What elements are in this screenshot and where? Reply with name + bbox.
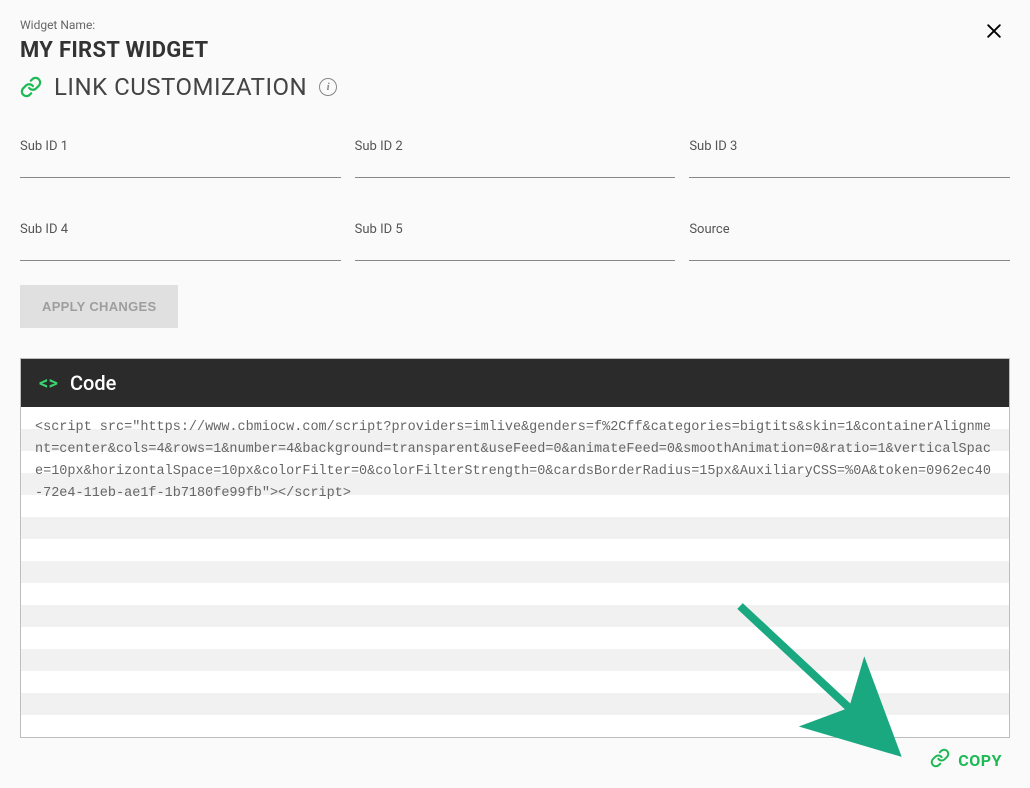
sub-id-3-label: Sub ID 3 [689, 139, 1010, 154]
section-title: LINK CUSTOMIZATION [54, 73, 307, 101]
code-icon: < > [39, 373, 56, 394]
sub-id-2-label: Sub ID 2 [355, 139, 676, 154]
sub-id-3-field[interactable]: Sub ID 3 [689, 139, 1010, 178]
copy-button[interactable]: COPY [20, 738, 1010, 772]
close-button[interactable] [978, 18, 1010, 48]
code-panel-header: < > Code [21, 359, 1009, 407]
sub-id-1-field[interactable]: Sub ID 1 [20, 139, 341, 178]
sub-id-4-field[interactable]: Sub ID 4 [20, 222, 341, 261]
copy-label: COPY [958, 751, 1002, 770]
link-icon [930, 748, 950, 772]
sub-id-5-field[interactable]: Sub ID 5 [355, 222, 676, 261]
sub-id-2-field[interactable]: Sub ID 2 [355, 139, 676, 178]
sub-id-5-label: Sub ID 5 [355, 222, 676, 237]
apply-changes-button[interactable]: APPLY CHANGES [20, 285, 178, 328]
info-icon[interactable]: i [319, 78, 337, 96]
widget-name-label: Widget Name: [20, 18, 337, 32]
code-content[interactable]: <script src="https://www.cbmiocw.com/scr… [21, 407, 1009, 737]
sub-id-1-label: Sub ID 1 [20, 139, 341, 154]
sub-id-4-label: Sub ID 4 [20, 222, 341, 237]
code-panel: < > Code <script src="https://www.cbmioc… [20, 358, 1010, 738]
code-panel-title: Code [70, 371, 116, 395]
link-icon [20, 76, 42, 98]
source-label: Source [689, 222, 1010, 237]
source-field[interactable]: Source [689, 222, 1010, 261]
widget-title: MY FIRST WIDGET [20, 38, 337, 63]
